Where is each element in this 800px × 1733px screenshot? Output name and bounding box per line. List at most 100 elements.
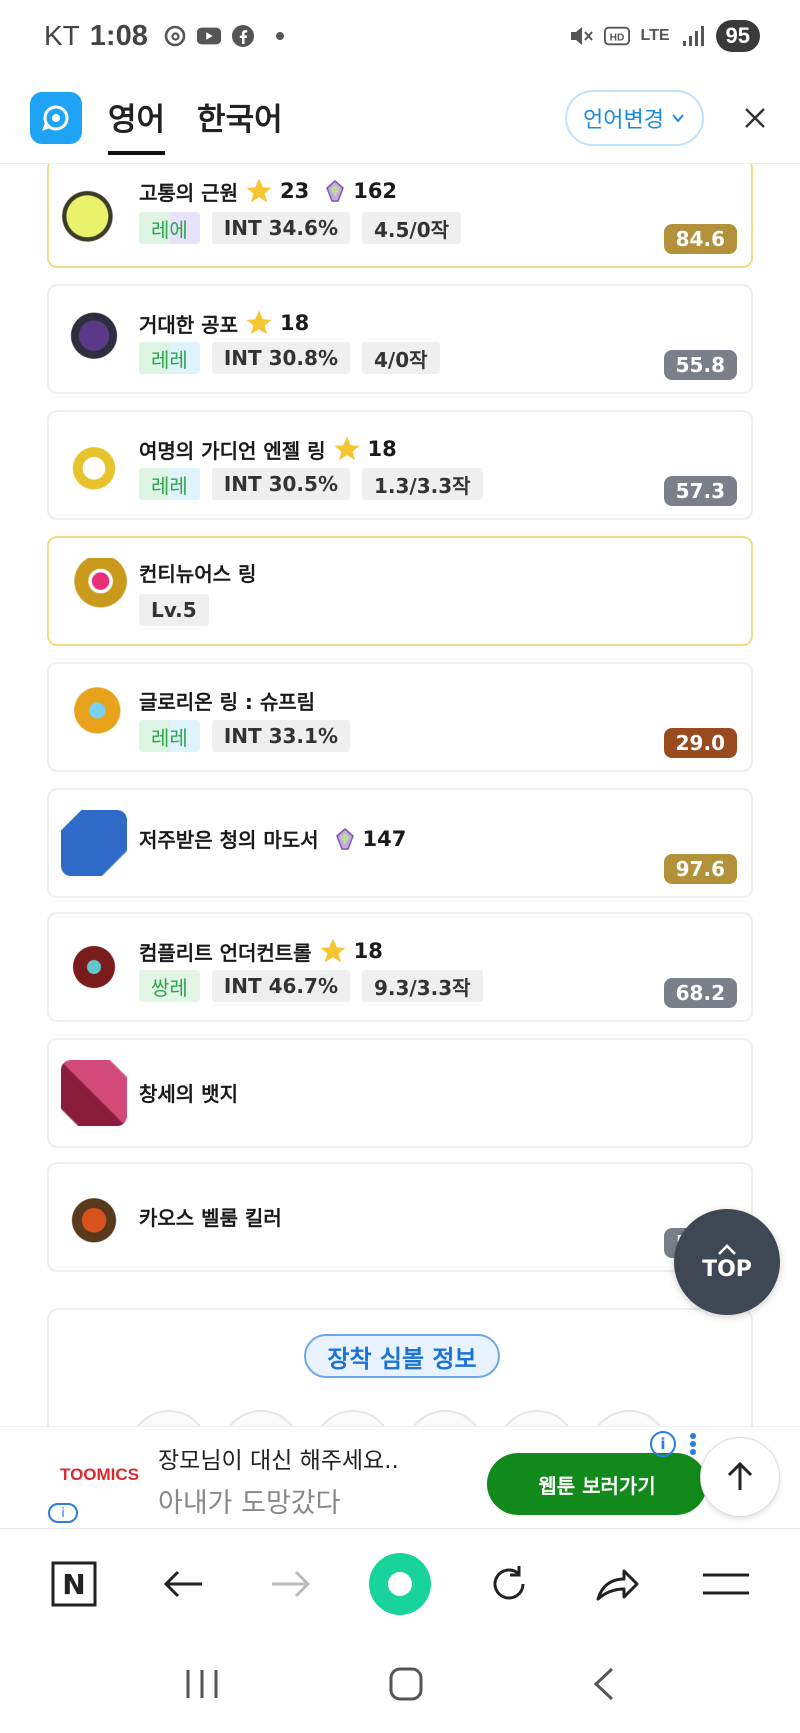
star-count: 23 — [279, 179, 310, 203]
item-name-row: 창세의 뱃지 — [139, 1078, 238, 1107]
item-name: 여명의 가디언 엔젤 링 — [139, 438, 326, 463]
item-name: 컨티뉴어스 링 — [139, 562, 257, 586]
ad-more-icon[interactable] — [690, 1433, 696, 1455]
item-tags: Lv.5 — [139, 594, 209, 626]
green-dot-button[interactable] — [365, 1549, 435, 1619]
item-card[interactable]: 창세의 뱃지 — [47, 1038, 753, 1148]
item-tags: 쌍레 INT 46.7% 9.3/3.3작 — [139, 970, 483, 1002]
share-icon — [596, 1569, 639, 1600]
symbol-slot[interactable] — [405, 1410, 485, 1426]
potential-grade: 레레 — [139, 342, 200, 374]
back-button[interactable] — [148, 1549, 218, 1619]
hd-icon: HD — [604, 23, 631, 49]
stat-tag: INT 30.8% — [211, 342, 350, 374]
refresh-icon — [493, 1565, 525, 1599]
item-icon — [61, 180, 127, 246]
symbol-slot[interactable] — [313, 1410, 393, 1426]
symbol-slot[interactable] — [497, 1410, 577, 1426]
upgrade-tag: 4.5/0작 — [361, 212, 462, 244]
item-name: 글로리온 링 : 슈프림 — [139, 690, 316, 714]
browser-toolbar: N — [0, 1528, 800, 1638]
star-icon — [320, 938, 346, 963]
symbol-slot[interactable] — [589, 1410, 669, 1426]
item-name-row: 컴플리트 언더컨트롤 18 — [139, 936, 383, 966]
stat-tag: INT 46.7% — [211, 970, 350, 1002]
scroll-top-button[interactable]: TOP — [674, 1209, 780, 1315]
item-card[interactable]: 글로리온 링 : 슈프림 레레 INT 33.1% 29.0 — [47, 662, 753, 772]
ad-banner[interactable]: TOOMICS i 장모님이 대신 해주세요.. 아내가 도망갔다 웹툰 보러가… — [0, 1426, 800, 1528]
gem-icon — [326, 180, 345, 202]
arrow-up-icon — [727, 1461, 753, 1490]
score-badge: 57.3 — [663, 476, 737, 506]
clock: 1:08 — [89, 19, 148, 52]
arrow-right-icon — [272, 1570, 311, 1597]
symbol-slot[interactable] — [221, 1410, 301, 1426]
menu-button[interactable] — [691, 1549, 761, 1619]
gem-count: 147 — [362, 826, 407, 851]
score-badge: 55.8 — [663, 350, 737, 380]
reload-button[interactable] — [474, 1549, 544, 1619]
papago-logo-icon[interactable] — [30, 91, 82, 144]
close-icon[interactable] — [740, 103, 770, 133]
symbol-info-button[interactable]: 장착 심볼 정보 — [304, 1334, 500, 1378]
back-nav-icon[interactable] — [592, 1666, 616, 1706]
more-notifications-dot — [275, 32, 284, 40]
ad-info-icon[interactable]: i — [650, 1431, 676, 1457]
svg-text:N: N — [63, 1568, 86, 1601]
item-card[interactable]: 고통의 근원 23 162 레에 INT 34.6% 4.5/0작 84.6 — [47, 164, 753, 268]
forward-button[interactable] — [256, 1549, 326, 1619]
change-language-button[interactable]: 언어변경 — [565, 89, 704, 146]
star-icon — [246, 178, 272, 203]
item-name-row: 글로리온 링 : 슈프림 — [139, 686, 315, 715]
item-name: 고통의 근원 — [139, 180, 238, 205]
system-navigation — [0, 1638, 800, 1733]
ad-headline: 장모님이 대신 해주세요.. — [158, 1448, 399, 1474]
threads-icon — [162, 23, 188, 49]
item-name-row: 카오스 벨룸 킬러 — [139, 1202, 282, 1231]
item-name: 컴플리트 언더컨트롤 — [139, 940, 312, 965]
youtube-icon — [196, 23, 222, 49]
item-icon — [61, 684, 127, 750]
item-card[interactable]: 여명의 가디언 엔젤 링 18 레레 INT 30.5% 1.3/3.3작 57… — [47, 410, 753, 520]
gem-count: 162 — [353, 179, 398, 203]
item-icon — [61, 1184, 127, 1250]
item-name-row: 고통의 근원 23 162 — [139, 176, 397, 206]
item-icon — [61, 934, 127, 1000]
share-button[interactable] — [582, 1549, 652, 1619]
change-language-label: 언어변경 — [583, 107, 664, 133]
item-card[interactable]: 거대한 공포 18 레레 INT 30.8% 4/0작 55.8 — [47, 284, 753, 394]
item-icon — [61, 432, 127, 498]
mute-icon — [568, 23, 594, 49]
score-badge: 68.2 — [663, 978, 737, 1008]
tab-source-language[interactable]: 영어 — [108, 82, 166, 155]
potential-grade: 쌍레 — [139, 970, 200, 1002]
status-bar: KT 1:08 HD LTE 95 — [0, 0, 800, 72]
item-name: 창세의 뱃지 — [139, 1082, 238, 1106]
scroll-up-button[interactable] — [700, 1437, 780, 1517]
home-icon[interactable] — [388, 1666, 424, 1706]
recent-apps-icon[interactable] — [184, 1668, 220, 1704]
item-name: 카오스 벨룸 킬러 — [139, 1206, 282, 1230]
stat-tag: INT 34.6% — [211, 212, 350, 244]
item-card[interactable]: 저주받은 청의 마도서 147 97.6 — [47, 788, 753, 898]
score-badge: 84.6 — [663, 224, 737, 254]
network-type: LTE — [640, 27, 670, 44]
ad-subline: 아내가 도망갔다 — [158, 1488, 341, 1519]
item-name-row: 거대한 공포 18 — [139, 308, 309, 338]
item-card[interactable]: 카오스 벨룸 킬러 57.6 — [47, 1162, 753, 1272]
ad-info-badge-icon[interactable]: i — [48, 1503, 78, 1523]
item-tags: 레레 INT 33.1% — [139, 720, 350, 752]
potential-grade: 레레 — [139, 468, 200, 500]
item-card[interactable]: 컨티뉴어스 링 Lv.5 — [47, 536, 753, 646]
symbol-slot[interactable] — [129, 1410, 209, 1426]
ad-cta-button[interactable]: 웹툰 보러가기 — [487, 1453, 707, 1515]
potential-grade: 레에 — [139, 212, 200, 244]
item-card[interactable]: 컴플리트 언더컨트롤 18 쌍레 INT 46.7% 9.3/3.3작 68.2 — [47, 912, 753, 1022]
star-count: 18 — [367, 437, 397, 461]
naver-home-button[interactable]: N — [39, 1549, 109, 1619]
naver-n-icon: N — [51, 1561, 97, 1606]
carrier-label: KT — [44, 20, 80, 51]
item-name: 저주받은 청의 마도서 — [139, 828, 319, 852]
tab-target-language[interactable]: 한국어 — [197, 82, 283, 153]
star-icon — [334, 436, 359, 461]
